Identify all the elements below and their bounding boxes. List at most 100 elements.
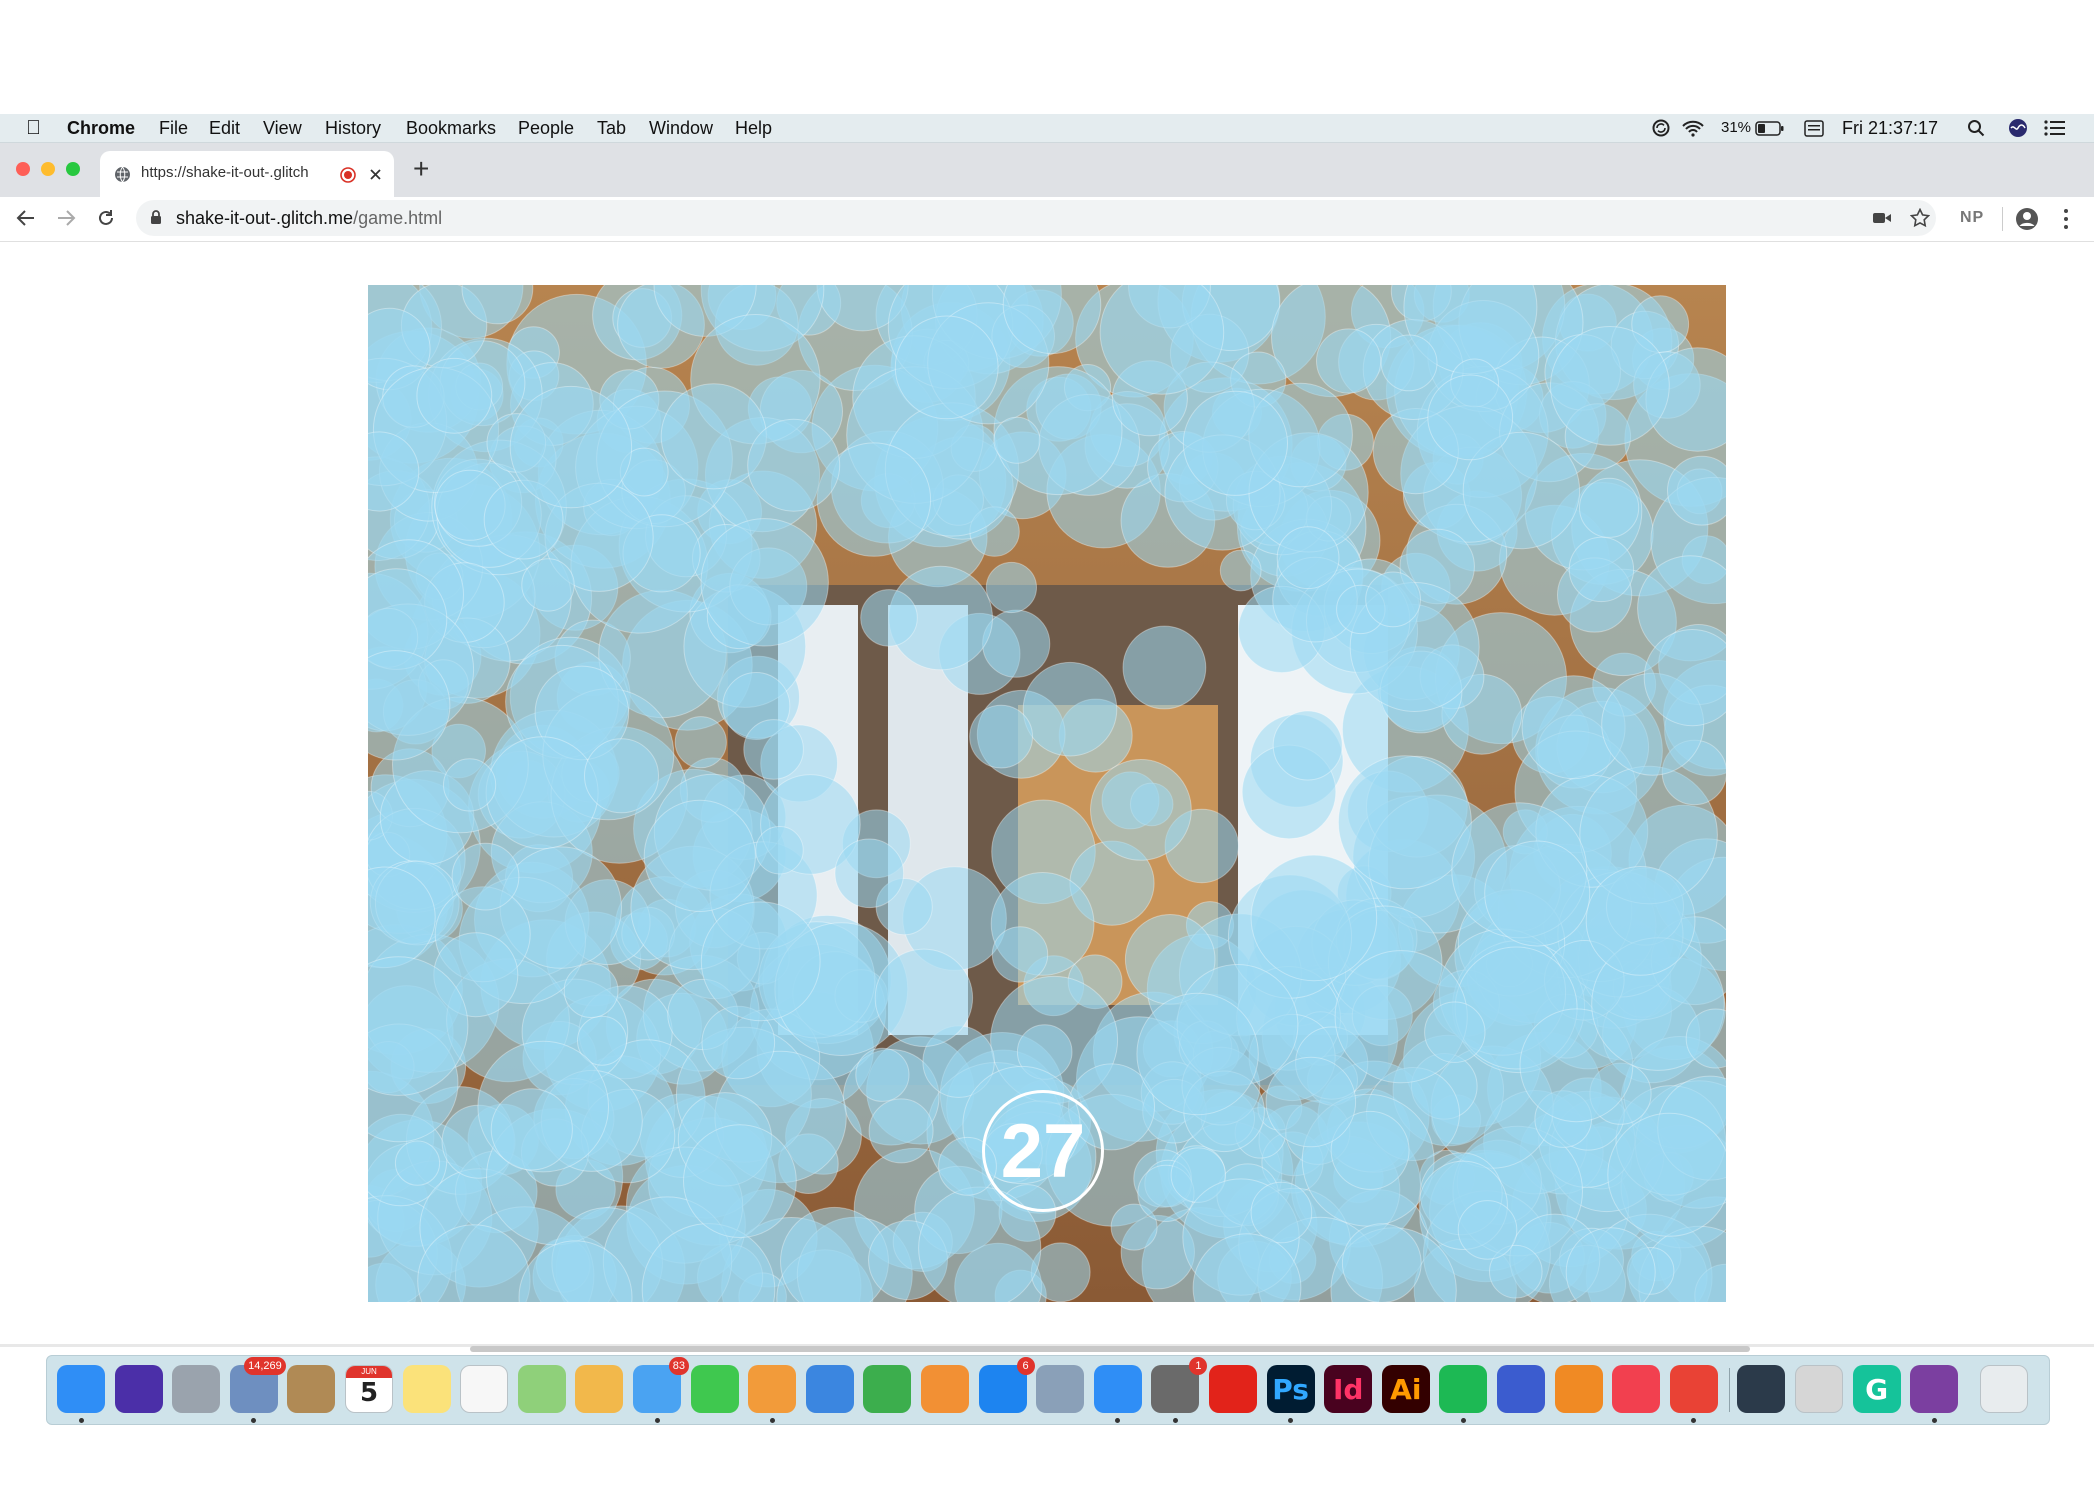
- finder-icon[interactable]: [57, 1365, 105, 1413]
- bubble[interactable]: [894, 315, 999, 420]
- blender-icon[interactable]: [1554, 1365, 1603, 1413]
- siri-menubar-icon[interactable]: [2008, 118, 2028, 138]
- display-mirroring-icon[interactable]: [1804, 120, 1824, 137]
- bubble[interactable]: [969, 704, 1033, 769]
- photoshop-icon[interactable]: Ps: [1266, 1365, 1315, 1413]
- close-window-button[interactable]: [16, 162, 30, 176]
- apple-icon[interactable]: : [26, 114, 41, 142]
- bubble[interactable]: [1427, 374, 1514, 461]
- bubble[interactable]: [700, 901, 821, 1022]
- menu-history[interactable]: History: [325, 114, 381, 142]
- bubble[interactable]: [1272, 710, 1343, 781]
- bubble[interactable]: [485, 736, 599, 850]
- bubble[interactable]: [443, 758, 497, 812]
- bubble[interactable]: [521, 558, 575, 612]
- menu-edit[interactable]: Edit: [209, 114, 240, 142]
- bubble[interactable]: [1424, 1001, 1486, 1063]
- bubble[interactable]: [834, 838, 905, 909]
- bubble[interactable]: [1457, 1200, 1518, 1260]
- numbers-icon[interactable]: [863, 1365, 912, 1413]
- maps-icon[interactable]: [517, 1365, 566, 1413]
- creative-cloud-icon[interactable]: [1209, 1365, 1257, 1413]
- bubble[interactable]: [1585, 866, 1696, 976]
- bubble[interactable]: [1136, 992, 1259, 1116]
- bubble[interactable]: [1365, 571, 1421, 628]
- xcode-like-icon[interactable]: [1795, 1365, 1843, 1413]
- trash-icon[interactable]: [1979, 1365, 2028, 1413]
- bubble[interactable]: [1122, 625, 1207, 710]
- bubble[interactable]: [860, 589, 918, 647]
- bubble[interactable]: [563, 963, 619, 1018]
- battery-icon[interactable]: [1755, 121, 1785, 136]
- news-icon[interactable]: [1612, 1365, 1661, 1413]
- menu-tab[interactable]: Tab: [597, 114, 626, 142]
- sync-status-icon[interactable]: [1652, 119, 1670, 137]
- bubble[interactable]: [747, 418, 841, 512]
- bubble[interactable]: [643, 799, 756, 913]
- spotify-icon[interactable]: [1439, 1365, 1488, 1413]
- bubble[interactable]: [743, 719, 804, 780]
- bubble[interactable]: [1219, 549, 1262, 592]
- mail-icon[interactable]: 14,269: [229, 1357, 286, 1413]
- bubble[interactable]: [683, 1124, 797, 1238]
- chrome-icon[interactable]: [1669, 1365, 1718, 1413]
- back-icon[interactable]: [15, 208, 37, 228]
- bubble[interactable]: [874, 948, 974, 1047]
- profile-avatar-icon[interactable]: [2015, 207, 2039, 231]
- bubble[interactable]: [991, 926, 1049, 983]
- spotlight-search-icon[interactable]: [1967, 119, 1985, 137]
- bubble[interactable]: [855, 1047, 910, 1102]
- camera-in-use-icon[interactable]: [1872, 211, 1892, 225]
- illustrator-icon[interactable]: Ai: [1381, 1365, 1430, 1413]
- bubble[interactable]: [1380, 334, 1438, 392]
- bubble[interactable]: [1568, 536, 1635, 603]
- calendar-icon[interactable]: 5 JUN: [345, 1365, 393, 1413]
- indesign-icon[interactable]: Id: [1324, 1365, 1373, 1413]
- app-store-icon[interactable]: 6: [978, 1357, 1035, 1413]
- extension-np-button[interactable]: NP: [1960, 209, 1984, 227]
- notes-icon[interactable]: [402, 1365, 451, 1413]
- preview-icon[interactable]: [1036, 1365, 1085, 1413]
- bubble[interactable]: [985, 561, 1038, 614]
- bubble[interactable]: [1607, 1112, 1726, 1237]
- grammarly-icon[interactable]: G: [1852, 1365, 1901, 1413]
- siri-icon[interactable]: [114, 1365, 163, 1413]
- bubble[interactable]: [674, 716, 727, 769]
- quicktime-icon[interactable]: [1737, 1365, 1786, 1413]
- bubble[interactable]: [868, 1098, 934, 1164]
- contacts-icon[interactable]: [287, 1365, 336, 1413]
- bubble[interactable]: [755, 826, 804, 875]
- bubble[interactable]: [509, 385, 633, 509]
- tab-close-icon[interactable]: [369, 168, 382, 181]
- bubble[interactable]: [1182, 390, 1289, 496]
- bubble[interactable]: [1316, 328, 1382, 394]
- menu-window[interactable]: Window: [649, 114, 713, 142]
- bubble[interactable]: [1341, 1223, 1422, 1302]
- photos-icon[interactable]: [575, 1365, 624, 1413]
- url-text[interactable]: shake-it-out-.glitch.me/game.html: [176, 208, 442, 229]
- bubble[interactable]: [1250, 854, 1378, 982]
- bubble[interactable]: [1484, 840, 1591, 947]
- messages-icon[interactable]: 83: [633, 1357, 689, 1413]
- safari-icon[interactable]: [1093, 1365, 1142, 1413]
- reminders-icon[interactable]: [460, 1365, 509, 1413]
- menu-file[interactable]: File: [159, 114, 188, 142]
- facetime-icon[interactable]: [690, 1365, 739, 1413]
- bubble[interactable]: [700, 518, 829, 647]
- bookmark-star-icon[interactable]: [1910, 208, 1930, 228]
- bubble[interactable]: [490, 1088, 573, 1171]
- sketch-like-icon[interactable]: [1497, 1365, 1545, 1413]
- reload-icon[interactable]: [96, 208, 116, 228]
- launchpad-icon[interactable]: [172, 1365, 221, 1413]
- github-icon[interactable]: [1910, 1365, 1959, 1413]
- bubble[interactable]: [584, 738, 659, 814]
- bubble[interactable]: [1276, 526, 1340, 590]
- menu-help[interactable]: Help: [735, 114, 772, 142]
- books-icon[interactable]: [921, 1365, 969, 1413]
- bubble[interactable]: [1579, 477, 1640, 538]
- bubble[interactable]: [1265, 1056, 1357, 1148]
- forward-icon[interactable]: [55, 208, 77, 228]
- notification-center-icon[interactable]: [2044, 120, 2066, 136]
- bubble[interactable]: [394, 1140, 441, 1186]
- wifi-icon[interactable]: [1681, 119, 1705, 137]
